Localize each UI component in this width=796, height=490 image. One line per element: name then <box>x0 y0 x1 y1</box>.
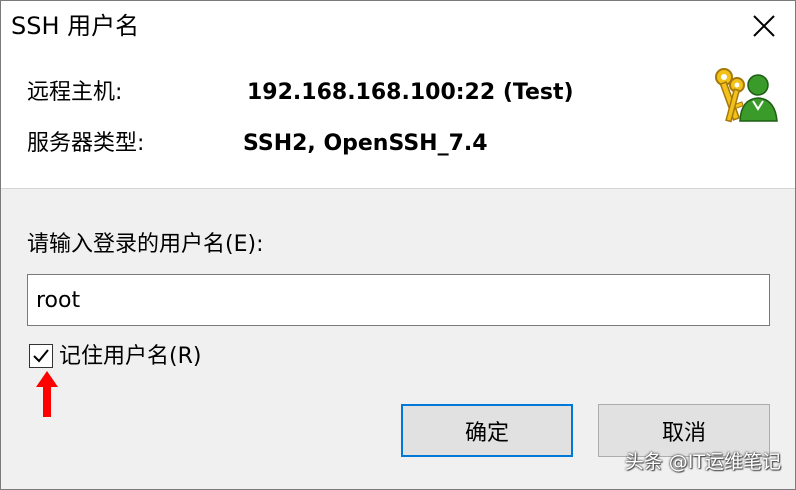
close-icon <box>753 15 775 37</box>
username-form: 请输入登录的用户名(E): 记住用户名(R) 确定 取消 头条 @IT运维笔记 <box>1 189 795 489</box>
ok-button[interactable]: 确定 <box>401 404 573 457</box>
connection-info: 远程主机: 192.168.168.100:22 (Test) 服务器类型: S… <box>1 51 795 188</box>
server-type-value: SSH2, OpenSSH_7.4 <box>243 131 488 156</box>
window-title: SSH 用户名 <box>11 12 140 40</box>
remember-username-label[interactable]: 记住用户名(R) <box>59 343 201 371</box>
title-bar: SSH 用户名 <box>1 1 795 51</box>
red-arrow-up-icon <box>36 371 58 417</box>
checkmark-icon <box>33 349 49 363</box>
ssh-username-dialog: SSH 用户名 远程主机: 192.168.168.100:22 (Test) … <box>0 0 796 490</box>
close-button[interactable] <box>735 1 795 51</box>
server-type-label: 服务器类型: <box>27 131 145 156</box>
watermark-text: 头条 @IT运维笔记 <box>624 451 781 473</box>
remote-host-label: 远程主机: <box>27 80 123 105</box>
remember-username-checkbox[interactable] <box>29 344 53 368</box>
username-input[interactable] <box>27 274 770 326</box>
keys-user-icon <box>711 63 781 133</box>
remote-host-value: 192.168.168.100:22 (Test) <box>247 80 574 105</box>
username-prompt-label: 请输入登录的用户名(E): <box>27 232 264 257</box>
